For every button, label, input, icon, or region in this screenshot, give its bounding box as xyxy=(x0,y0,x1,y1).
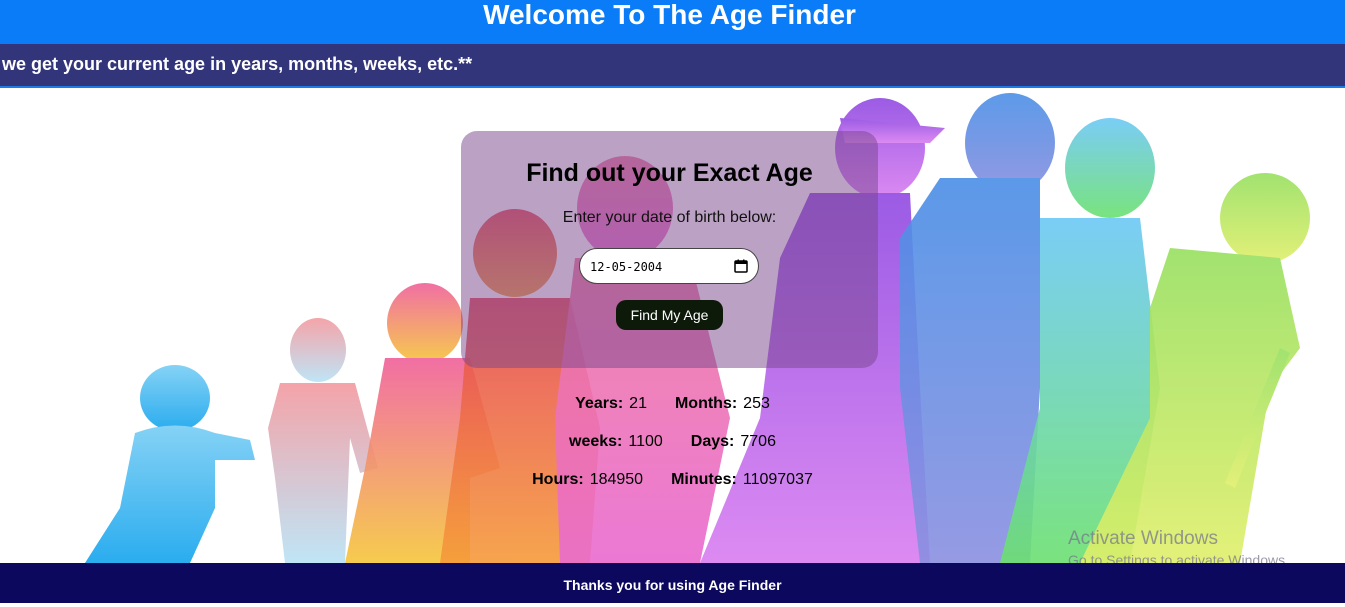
years-value: 21 xyxy=(629,395,647,412)
date-value[interactable]: 12-05-2004 xyxy=(590,260,662,274)
results-row-2: weeks: 1100 Days: 7706 xyxy=(0,433,1345,451)
results-row-1: Years: 21 Months: 253 xyxy=(0,395,1345,413)
months-value: 253 xyxy=(743,395,770,412)
watermark-title: Activate Windows xyxy=(1068,528,1218,549)
calendar-icon[interactable] xyxy=(734,259,748,273)
weeks-value: 1100 xyxy=(628,433,663,450)
page-title: Welcome To The Age Finder xyxy=(483,0,856,30)
age-form-card: Find out your Exact Age Enter your date … xyxy=(461,131,878,368)
find-my-age-button[interactable]: Find My Age xyxy=(616,300,723,330)
years-label: Years: xyxy=(575,395,624,412)
minutes-label: Minutes: xyxy=(671,471,737,488)
hours-label: Hours: xyxy=(532,471,584,488)
page-header: Welcome To The Age Finder xyxy=(0,0,1345,44)
results-row-3: Hours: 184950 Minutes: 11097037 xyxy=(0,471,1345,489)
footer-text: Thanks you for using Age Finder xyxy=(563,577,782,593)
activate-windows-watermark: Activate Windows Go to Settings to activ… xyxy=(1068,528,1289,568)
minutes-value: 11097037 xyxy=(742,471,813,488)
form-heading: Find out your Exact Age xyxy=(526,159,813,187)
info-marquee: re we get your current age in years, mon… xyxy=(0,44,1345,88)
marquee-text: re we get your current age in years, mon… xyxy=(0,54,473,74)
page-footer: Thanks you for using Age Finder xyxy=(0,563,1345,603)
days-value: 7706 xyxy=(740,433,776,450)
weeks-label: weeks: xyxy=(569,433,623,450)
days-label: Days: xyxy=(690,433,735,450)
hours-value: 184950 xyxy=(589,471,644,488)
date-of-birth-input[interactable]: 12-05-2004 xyxy=(579,248,759,284)
months-label: Months: xyxy=(674,395,738,412)
form-prompt: Enter your date of birth below: xyxy=(562,209,777,226)
